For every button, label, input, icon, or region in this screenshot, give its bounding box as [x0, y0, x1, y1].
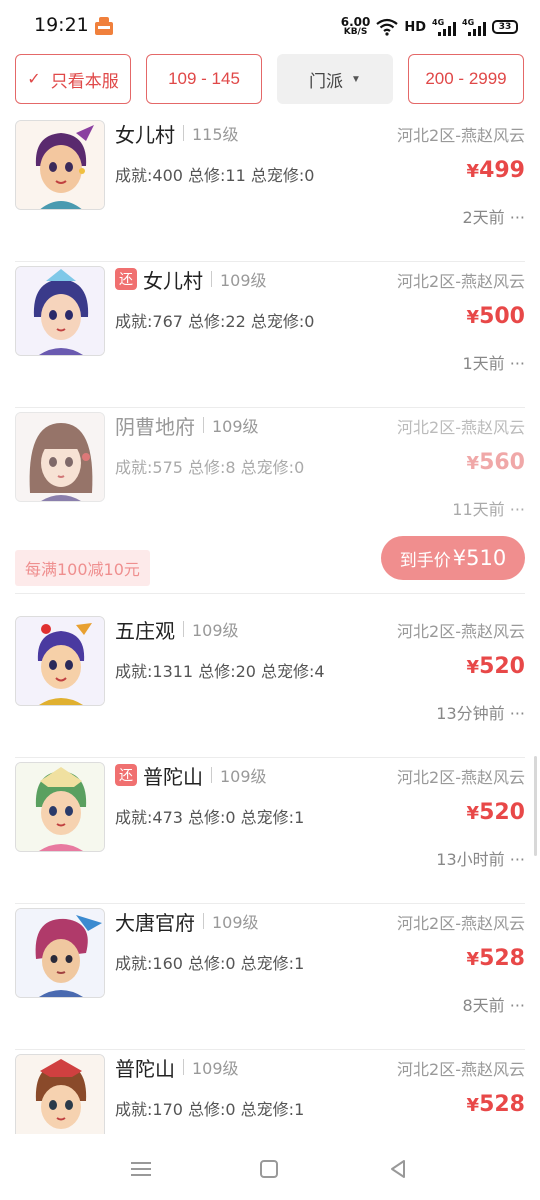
posted-time: 11天前 ···: [452, 500, 525, 519]
filter-bar: ✓ 只看本服 109 - 145 门派 ▼ 200 - 2999: [0, 52, 540, 116]
price: ¥528: [466, 1092, 525, 1117]
signal-icon-2: 4G: [462, 18, 486, 36]
sect-filter[interactable]: 门派 ▼: [277, 54, 393, 104]
app-notification-icon: [95, 17, 113, 35]
character-sect: 女儿村: [143, 268, 203, 293]
character-level: 115级: [192, 125, 239, 144]
server-name: 河北2区-燕赵风云: [397, 418, 525, 437]
server-name: 河北2区-燕赵风云: [397, 622, 525, 641]
server-name: 河北2区-燕赵风云: [397, 768, 525, 787]
more-icon[interactable]: ···: [510, 500, 525, 519]
character-level: 109级: [212, 417, 259, 436]
scrollbar[interactable]: [534, 756, 537, 856]
status-bar: 19:21 6.00 KB/S HD 4G 4G 33: [0, 0, 540, 52]
list-item[interactable]: 还 普陀山 109级 河北2区-燕赵风云 成就:473 总修:0 总宠修:1 ¥…: [15, 758, 525, 904]
server-name: 河北2区-燕赵风云: [397, 1060, 525, 1079]
character-avatar: [15, 762, 105, 852]
list-item[interactable]: 还 女儿村 109级 河北2区-燕赵风云 成就:767 总修:22 总宠修:0 …: [15, 262, 525, 408]
character-stats: 成就:160 总修:0 总宠修:1: [115, 954, 305, 973]
character-avatar: [15, 412, 105, 502]
wifi-icon: [376, 18, 399, 36]
price: ¥560: [466, 450, 525, 475]
character-sect: 五庄观: [115, 618, 175, 643]
back-button[interactable]: [383, 1154, 413, 1184]
character-stats: 成就:473 总修:0 总宠修:1: [115, 808, 305, 827]
character-stats: 成就:575 总修:8 总宠修:0: [115, 458, 305, 477]
return-badge: 还: [115, 764, 137, 786]
character-level: 109级: [220, 767, 267, 786]
list-item[interactable]: 普陀山 109级 河北2区-燕赵风云 成就:170 总修:0 总宠修:1 ¥52…: [15, 1050, 525, 1134]
character-sect: 大唐官府: [115, 910, 195, 935]
back-icon: [391, 1160, 405, 1178]
price: ¥528: [466, 946, 525, 971]
server-name: 河北2区-燕赵风云: [397, 272, 525, 291]
character-avatar: [15, 266, 105, 356]
character-level: 109级: [192, 1059, 239, 1078]
character-avatar: [15, 616, 105, 706]
character-avatar: [15, 1054, 105, 1134]
price: ¥500: [466, 304, 525, 329]
character-avatar: [15, 908, 105, 998]
more-icon[interactable]: ···: [510, 850, 525, 869]
menu-icon: [131, 1162, 151, 1176]
home-button[interactable]: [254, 1154, 284, 1184]
character-level: 109级: [220, 271, 267, 290]
character-stats: 成就:400 总修:11 总宠修:0: [115, 166, 315, 185]
posted-time: 1天前 ···: [462, 354, 525, 373]
posted-time: 8天前 ···: [462, 996, 525, 1015]
return-badge: 还: [115, 268, 137, 290]
price: ¥520: [466, 800, 525, 825]
level-range-filter[interactable]: 109 - 145: [146, 54, 262, 104]
character-stats: 成就:1311 总修:20 总宠修:4: [115, 662, 325, 681]
list-item[interactable]: 五庄观 109级 河北2区-燕赵风云 成就:1311 总修:20 总宠修:4 ¥…: [15, 612, 525, 758]
price: ¥520: [466, 654, 525, 679]
caret-down-icon: ▼: [351, 73, 361, 85]
status-time: 19:21: [34, 14, 89, 36]
price-range-filter[interactable]: 200 - 2999: [408, 54, 524, 104]
more-icon[interactable]: ···: [510, 354, 525, 373]
character-sect: 普陀山: [143, 764, 203, 789]
net-speed: 6.00 KB/S: [340, 15, 371, 37]
only-this-server-filter[interactable]: ✓ 只看本服: [15, 54, 131, 104]
system-nav-bar: [0, 1134, 540, 1200]
character-stats: 成就:170 总修:0 总宠修:1: [115, 1100, 305, 1119]
check-icon: ✓: [27, 71, 41, 88]
server-name: 河北2区-燕赵风云: [397, 914, 525, 933]
final-price-button[interactable]: 到手价 ¥510: [381, 536, 525, 580]
list-item[interactable]: 阴曹地府 109级 河北2区-燕赵风云 成就:575 总修:8 总宠修:0 ¥5…: [15, 408, 525, 554]
character-avatar: [15, 120, 105, 210]
battery-icon: 33: [492, 20, 518, 34]
posted-time: 2天前 ···: [462, 208, 525, 227]
list-item[interactable]: 大唐官府 109级 河北2区-燕赵风云 成就:160 总修:0 总宠修:1 ¥5…: [15, 904, 525, 1050]
character-level: 109级: [192, 621, 239, 640]
list-item[interactable]: 女儿村 115级 河北2区-燕赵风云 成就:400 总修:11 总宠修:0 ¥4…: [15, 116, 525, 262]
server-name: 河北2区-燕赵风云: [397, 126, 525, 145]
more-icon[interactable]: ···: [510, 704, 525, 723]
character-stats: 成就:767 总修:22 总宠修:0: [115, 312, 315, 331]
character-level: 109级: [212, 913, 259, 932]
promo-row: 每满100减10元 到手价 ¥510: [15, 536, 525, 594]
menu-button[interactable]: [126, 1154, 156, 1184]
hd-indicator: HD: [404, 19, 426, 35]
character-sect: 阴曹地府: [115, 414, 195, 439]
character-sect: 普陀山: [115, 1056, 175, 1081]
posted-time: 13分钟前 ···: [436, 704, 525, 723]
more-icon[interactable]: ···: [510, 996, 525, 1015]
more-icon[interactable]: ···: [510, 208, 525, 227]
posted-time: 13小时前 ···: [436, 850, 525, 869]
home-icon: [260, 1160, 278, 1178]
listing-list: 女儿村 115级 河北2区-燕赵风云 成就:400 总修:11 总宠修:0 ¥4…: [0, 116, 540, 1134]
signal-icon-1: 4G: [432, 18, 456, 36]
character-sect: 女儿村: [115, 122, 175, 147]
discount-tag: 每满100减10元: [15, 550, 150, 586]
price: ¥499: [466, 158, 525, 183]
